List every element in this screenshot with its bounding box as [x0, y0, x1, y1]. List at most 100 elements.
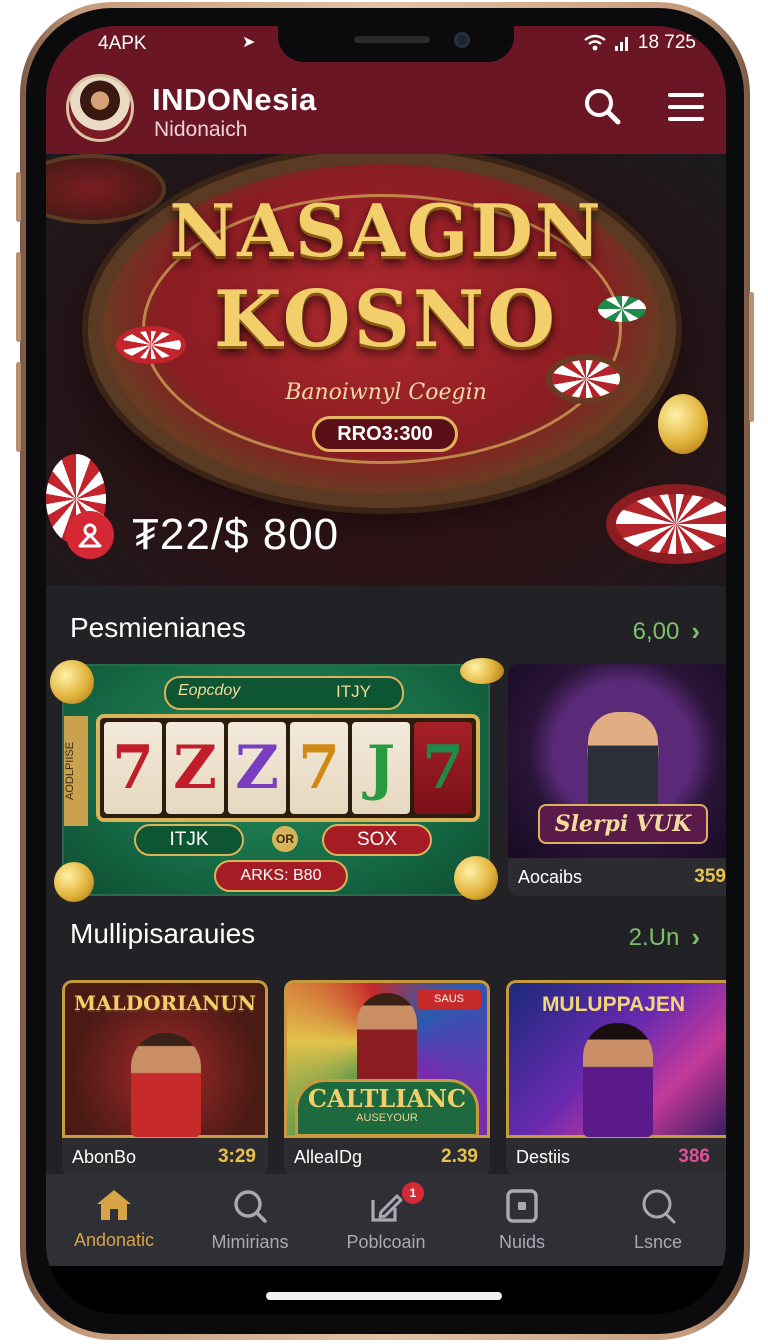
nav-label: Nuids — [498, 1232, 546, 1252]
game-card-image: Slerpi VUK — [508, 664, 726, 858]
nav-label: Mimirians — [211, 1232, 289, 1252]
slot-reel: 7 — [414, 722, 472, 814]
game-card-name: Destiis — [516, 1147, 571, 1167]
search-icon — [234, 1190, 267, 1223]
hero-tagline: Banoiwnyl Coegin — [285, 380, 487, 405]
game-card-value: 2.39 — [441, 1146, 478, 1167]
game-card-image: MALDORIANUN — [62, 980, 268, 1138]
side-button — [16, 172, 21, 222]
slot-option-button[interactable]: SOX — [322, 824, 432, 856]
see-more-link[interactable]: 2.Un › — [629, 922, 700, 953]
screen: INDONesia Nidonaich 4APK ➤ 18 725 NASAGD… — [46, 26, 726, 1314]
section-title: Mullipisarauies — [70, 918, 256, 949]
game-card-banner: CALTLIANC — [307, 1084, 467, 1113]
game-card[interactable]: SAUS CALTLIANC AUSEYOUR AlleaIDg 2.39 — [284, 980, 490, 1176]
wifi-icon — [584, 34, 606, 51]
poker-chip-icon — [606, 484, 726, 564]
game-card-subtitle: AUSEYOUR — [356, 1112, 418, 1124]
game-card-banner: MALDORIANUN — [74, 991, 256, 1015]
host-figure — [583, 1023, 653, 1137]
bottom-navigation: Andonatic Mimirians 1 Poblcoain Nuids Ls… — [46, 1174, 726, 1266]
slot-header-right: ITJY — [336, 682, 371, 701]
hero-title-line1: NASAGDN — [169, 188, 603, 273]
home-bar-area — [46, 1266, 726, 1314]
home-icon — [97, 1190, 131, 1220]
slot-reel: J — [352, 722, 410, 814]
hero-prize-pill[interactable]: RRO3:300 — [312, 416, 458, 452]
see-more-link[interactable]: 6,00 › — [633, 616, 700, 647]
slot-reel: Z — [228, 722, 286, 814]
square-icon — [506, 1189, 538, 1223]
nav-item-search[interactable]: Mimirians — [182, 1174, 318, 1266]
game-card[interactable]: Slerpi VUK Aocaibs 359 — [508, 664, 726, 896]
jackpot-value: ₮22/$ 800 — [132, 510, 340, 559]
speaker-grille — [354, 36, 430, 43]
game-card-name: Aocaibs — [518, 867, 583, 887]
see-more-count: 6,00 — [632, 617, 680, 645]
slot-header-left: Eopcdoy — [178, 682, 241, 699]
volume-down-button — [16, 362, 21, 452]
game-card-image: MULUPPAJEN — [506, 980, 726, 1138]
power-button — [749, 292, 754, 422]
game-card-name: AlleaIDg — [294, 1147, 363, 1167]
hero-title-line2: KOSNO — [213, 274, 559, 365]
hostess-figure — [131, 1033, 201, 1137]
phone-frame: INDONesia Nidonaich 4APK ➤ 18 725 NASAGD… — [16, 2, 754, 1340]
avatar[interactable] — [66, 74, 134, 142]
user-icon — [66, 511, 114, 559]
game-card-value: 386 — [678, 1146, 710, 1167]
section-featured: Pesmienianes 6,00 › Eopcdoy ITJY AODLPII… — [46, 586, 726, 902]
nav-item-nuids[interactable]: Nuids — [454, 1174, 590, 1266]
slot-option-button[interactable]: ITJK — [134, 824, 244, 856]
game-card-banner: MULUPPAJEN — [541, 993, 686, 1016]
slot-game-card[interactable]: Eopcdoy ITJY AODLPIISE 7 Z Z 7 J 7 ITJK … — [50, 658, 504, 902]
chevron-right-icon: › — [691, 922, 700, 952]
home-indicator[interactable] — [266, 1292, 502, 1300]
search-icon[interactable] — [582, 86, 622, 126]
slot-bet-button[interactable]: ARKS: B80 — [214, 860, 348, 892]
gold-coin-icon — [454, 856, 498, 900]
edit-icon — [371, 1194, 403, 1222]
slot-reel: Z — [166, 722, 224, 814]
hero-banner[interactable]: NASAGDN KOSNO Banoiwnyl Coegin RRO3:300 … — [46, 154, 726, 586]
game-card-banner: Slerpi VUK — [538, 804, 708, 844]
location-arrow-icon: ➤ — [242, 34, 256, 51]
nav-label: Andonatic — [73, 1230, 155, 1250]
nav-label: Lsnce — [633, 1232, 683, 1252]
volume-up-button — [16, 252, 21, 342]
chevron-right-icon: › — [691, 616, 700, 646]
section-multiplayer: Mullipisarauies 2.Un › MALDORIANUN AbonB… — [46, 906, 726, 1176]
notch — [278, 26, 514, 62]
bezel: INDONesia Nidonaich 4APK ➤ 18 725 NASAGD… — [26, 8, 744, 1334]
nav-item-home[interactable]: Andonatic — [46, 1174, 182, 1266]
dealer-figure — [357, 993, 417, 1093]
game-card-image: SAUS CALTLIANC AUSEYOUR — [284, 980, 490, 1138]
see-more-count: 2.Un — [628, 923, 680, 951]
gold-coin-icon — [54, 862, 94, 902]
nav-item-lsnce[interactable]: Lsnce — [590, 1174, 726, 1266]
game-table: CALTLIANC AUSEYOUR — [295, 1079, 479, 1137]
game-card[interactable]: MALDORIANUN AbonBo 3:29 — [62, 980, 268, 1176]
menu-icon[interactable] — [666, 90, 706, 124]
brand-subtitle: Nidonaich — [154, 118, 248, 141]
game-card-tag: SAUS — [417, 989, 481, 1009]
slot-or-badge: OR — [272, 826, 298, 852]
nav-item-posts[interactable]: 1 Poblcoain — [318, 1174, 454, 1266]
slot-reel: 7 — [104, 722, 162, 814]
game-card-value: 359 — [694, 866, 726, 887]
slot-side-label: AODLPIISE — [64, 716, 88, 826]
slot-reel: 7 — [290, 722, 348, 814]
game-card[interactable]: MULUPPAJEN Destiis 386 — [506, 980, 726, 1176]
section-title: Pesmienianes — [70, 612, 246, 643]
game-card-value: 3:29 — [217, 1146, 256, 1167]
nav-label: Poblcoain — [346, 1232, 426, 1252]
notification-badge: 1 — [402, 1182, 424, 1204]
status-right-text: 18 725 — [637, 32, 696, 53]
slot-reels: 7 Z Z 7 J 7 — [96, 714, 480, 822]
jackpot-row: ₮22/$ 800 — [66, 510, 339, 560]
gold-coin-icon — [460, 658, 504, 684]
brand-title: INDONesia — [152, 82, 317, 117]
search-icon — [642, 1189, 676, 1224]
gold-coin-icon — [50, 660, 94, 704]
signal-icon — [614, 37, 628, 51]
